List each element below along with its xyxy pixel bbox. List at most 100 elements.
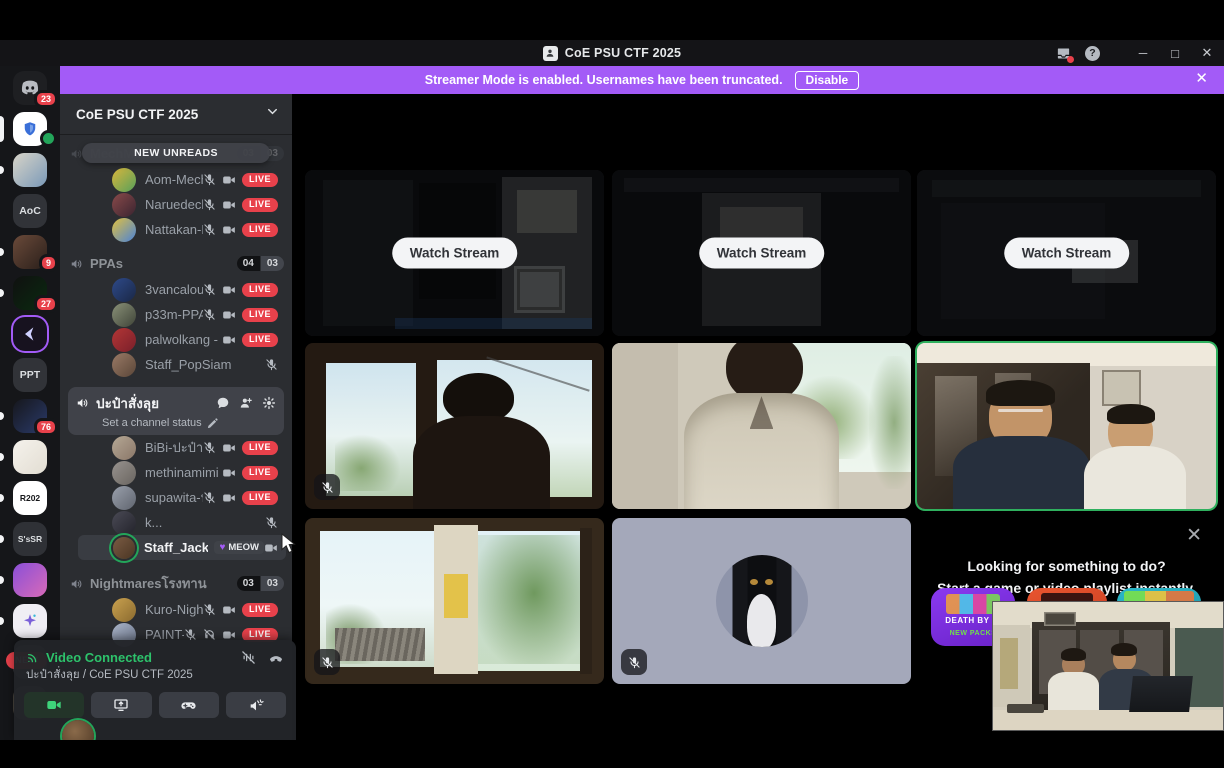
mic-muted-icon: [203, 603, 216, 616]
voice-channel-nightmares[interactable]: Nightmaresโรงทาน0303: [60, 570, 292, 597]
avatar-tile[interactable]: [612, 518, 911, 684]
avatar: [112, 511, 136, 535]
member-row-staff-jack[interactable]: Staff_Jack♥MEOW: [78, 535, 286, 560]
new-unreads-pill[interactable]: NEW UNREADS: [82, 143, 270, 163]
unread-indicator: [0, 248, 4, 256]
camera-toggle-button[interactable]: [24, 692, 84, 718]
member-row-methinamimi[interactable]: methinamimi - ปะป๋า...LIVE: [78, 460, 286, 485]
server-coe-psu-ctf-selected[interactable]: [0, 316, 60, 352]
list-gap: [60, 560, 292, 570]
server-crown-doodle[interactable]: [0, 439, 60, 475]
server-blue-figure[interactable]: 76: [0, 398, 60, 434]
server-aoc[interactable]: AoC: [0, 193, 60, 229]
video-on-icon: [222, 333, 236, 347]
watch-stream-button-1[interactable]: Watch Stream: [392, 238, 518, 269]
voice-channel-selected[interactable]: ปะป๋าสั่งลุย Set a channel status: [68, 387, 284, 435]
server-initials: PPT: [20, 369, 40, 381]
pip-video[interactable]: [992, 601, 1224, 731]
member-row-nattakan-mechm[interactable]: Nattakan-MechM...LIVE: [78, 217, 286, 242]
inbox-icon[interactable]: [1056, 46, 1071, 61]
noise-suppression-off-icon[interactable]: [241, 650, 256, 665]
discord-app-window: CoE PSU CTF 2025 ? ─ □ ✕ Streamer Mode i…: [0, 0, 1224, 768]
member-row-kuro-nightmares[interactable]: Kuro-Nightmares...LIVE: [78, 597, 286, 622]
server-cat-art[interactable]: [0, 562, 60, 598]
live-badge: LIVE: [242, 441, 278, 455]
server-header[interactable]: CoE PSU CTF 2025: [60, 94, 292, 134]
server-ppt[interactable]: PPT: [0, 357, 60, 393]
member-row-bibi[interactable]: BiBi-ปะป๋าสั่งลุยLIVE: [78, 435, 286, 460]
member-name: Staff_PopSiam: [145, 357, 231, 372]
channel-name: ปะป๋าสั่งลุย: [96, 392, 216, 414]
banner-close-icon[interactable]: ✕: [1195, 69, 1208, 87]
pip-laptop: [1129, 676, 1193, 712]
watch-stream-button-2[interactable]: Watch Stream: [699, 238, 825, 269]
watch-stream-button-3[interactable]: Watch Stream: [1004, 238, 1130, 269]
member-row-p33m-ppas[interactable]: p33m-PPAsLIVE: [78, 302, 286, 327]
video-on-icon: [222, 603, 236, 617]
member-row-aom-mechminds[interactable]: Aom-MechMindsLIVE: [78, 167, 286, 192]
disconnect-call-icon[interactable]: [268, 649, 284, 665]
disable-streamer-mode-button[interactable]: Disable: [795, 71, 860, 90]
screen-share-button[interactable]: [91, 692, 151, 718]
video-on-icon: [222, 491, 236, 505]
soundboard-button[interactable]: [226, 692, 286, 718]
server-ssr[interactable]: S'sSR: [0, 521, 60, 557]
server-thai-green[interactable]: 27: [0, 275, 60, 311]
mention-badge: 9: [39, 254, 58, 272]
channel-status-prompt[interactable]: Set a channel status: [102, 417, 276, 429]
video-on-icon: [222, 283, 236, 297]
app-icon: [543, 46, 558, 61]
stream-tile-1[interactable]: Watch Stream: [305, 170, 604, 336]
server-camp[interactable]: 9: [0, 234, 60, 270]
unread-indicator: [0, 617, 4, 625]
voice-channel-ppas[interactable]: PPAs0403: [60, 250, 292, 277]
mic-muted-icon: [203, 441, 216, 454]
member-name: p33m-PPAs: [145, 307, 203, 322]
member-row-3vancalous-ppas[interactable]: 3vancalous - PPAsLIVE: [78, 277, 286, 302]
invite-members-icon[interactable]: [239, 396, 253, 410]
stream-tile-3[interactable]: Watch Stream: [917, 170, 1216, 336]
member-row-naruedech-mech[interactable]: Naruedech-Mech...LIVE: [78, 192, 286, 217]
server-collage[interactable]: [0, 152, 60, 188]
self-avatar[interactable]: [62, 720, 94, 740]
streamer-mode-banner: Streamer Mode is enabled. Usernames have…: [60, 66, 1224, 94]
minimize-button[interactable]: ─: [1134, 46, 1152, 60]
speaker-icon: [70, 577, 84, 591]
help-icon[interactable]: ?: [1085, 46, 1100, 61]
member-row-palwolkang-ppas[interactable]: palwolkang - PPAsLIVE: [78, 327, 286, 352]
open-chat-icon[interactable]: [216, 396, 230, 410]
camera-tile-2[interactable]: [612, 343, 911, 509]
member-row-k[interactable]: k...: [78, 510, 286, 535]
server-icon: PPT: [13, 358, 47, 392]
avatar: [112, 436, 136, 460]
member-row-staff-popsiam[interactable]: Staff_PopSiam: [78, 352, 286, 377]
channel-settings-icon[interactable]: [262, 396, 276, 410]
member-row-supawita[interactable]: supawita-ปะป๋าสั่ง...LIVE: [78, 485, 286, 510]
camera-tile-speaking[interactable]: [917, 343, 1216, 509]
maximize-button[interactable]: □: [1166, 46, 1184, 61]
mic-muted-overlay-icon: [314, 474, 340, 500]
server-icon: [13, 440, 47, 474]
promo-close-icon[interactable]: ✕: [1186, 524, 1202, 547]
discord-home[interactable]: 23: [0, 70, 60, 106]
server-sparkle[interactable]: [0, 603, 60, 639]
sparkle-icon: [21, 612, 39, 630]
chevron-down-icon: [265, 104, 280, 124]
server-r202[interactable]: R202: [0, 480, 60, 516]
online-status-dot: [40, 130, 57, 147]
stream-signal-icon: [26, 650, 40, 664]
promo-line1: Looking for something to do?: [917, 558, 1216, 574]
member-name: Nattakan-MechM...: [145, 222, 203, 237]
avatar: [112, 328, 136, 352]
camera-tile-1[interactable]: [305, 343, 604, 509]
mic-muted-icon: [203, 491, 216, 504]
pencil-icon: [207, 418, 218, 429]
activities-button[interactable]: [159, 692, 219, 718]
stream-tile-2[interactable]: Watch Stream: [612, 170, 911, 336]
mention-badge: 76: [34, 418, 58, 436]
mention-badge: 23: [34, 90, 58, 108]
avatar: [112, 598, 136, 622]
close-button[interactable]: ✕: [1198, 45, 1216, 61]
camera-tile-3[interactable]: [305, 518, 604, 684]
server-cyber-shield[interactable]: [0, 111, 60, 147]
